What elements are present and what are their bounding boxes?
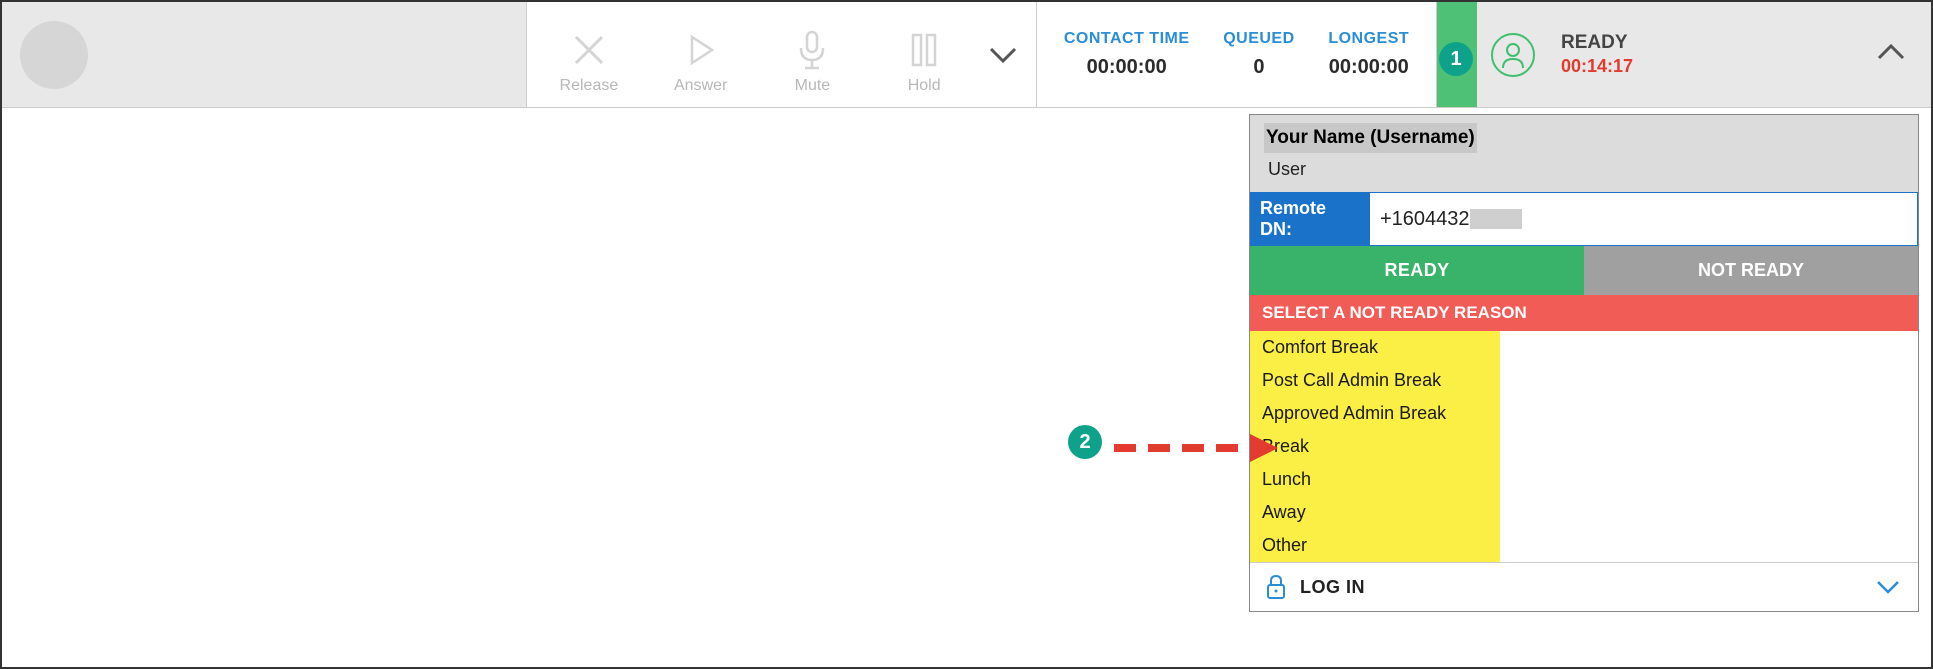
hold-label: Hold — [868, 77, 980, 95]
panel-header: Your Name (Username) User — [1250, 115, 1918, 192]
pause-icon — [868, 29, 980, 71]
reason-item-away[interactable]: Away — [1250, 496, 1500, 529]
stat-longest-label: LONGEST — [1328, 30, 1409, 48]
controls-dropdown-toggle[interactable] — [980, 45, 1026, 65]
stat-queued: QUEUED 0 — [1213, 30, 1304, 79]
release-button[interactable]: Release — [533, 15, 645, 95]
reason-list: Comfort Break Post Call Admin Break Appr… — [1250, 331, 1918, 562]
status-buttons: READY NOT READY — [1250, 246, 1918, 295]
status-area[interactable]: READY 00:14:17 — [1477, 2, 1931, 107]
remote-dn-row: Remote DN: +1604432 — [1250, 192, 1918, 246]
reason-header: SELECT A NOT READY REASON — [1250, 295, 1918, 331]
arrow-head-icon — [1250, 434, 1280, 462]
stat-contact-time-label: CONTACT TIME — [1064, 30, 1190, 48]
call-controls: Release Answer Mute — [527, 2, 1037, 107]
not-ready-button[interactable]: NOT READY — [1584, 246, 1918, 295]
hold-button[interactable]: Hold — [868, 15, 980, 95]
release-label: Release — [533, 77, 645, 95]
lock-icon — [1264, 573, 1288, 601]
mute-button[interactable]: Mute — [757, 15, 869, 95]
remote-dn-label: Remote DN: — [1250, 192, 1370, 246]
avatar — [20, 21, 88, 89]
login-label: LOG IN — [1300, 577, 1365, 598]
reason-item-lunch[interactable]: Lunch — [1250, 463, 1500, 496]
status-text: READY 00:14:17 — [1561, 32, 1633, 77]
panel-username: Your Name (Username) — [1264, 123, 1477, 153]
top-bar: Release Answer Mute — [2, 2, 1931, 108]
stat-contact-time: CONTACT TIME 00:00:00 — [1054, 30, 1200, 79]
status-state: READY — [1561, 32, 1633, 54]
arrow-dash — [1182, 444, 1204, 452]
panel-role: User — [1264, 157, 1904, 184]
callout-badge-2: 2 — [1068, 425, 1102, 459]
remote-dn-redacted — [1470, 209, 1522, 229]
ready-button[interactable]: READY — [1250, 246, 1584, 295]
arrow-dash — [1216, 444, 1238, 452]
arrow-dash — [1148, 444, 1170, 452]
login-expand-toggle[interactable] — [1874, 578, 1902, 596]
remote-dn-input[interactable]: +1604432 — [1370, 192, 1918, 246]
chevron-down-icon — [987, 45, 1019, 65]
answer-label: Answer — [645, 77, 757, 95]
microphone-icon — [757, 29, 869, 71]
stat-contact-time-value: 00:00:00 — [1064, 56, 1190, 79]
reason-item-comfort-break[interactable]: Comfort Break — [1250, 331, 1500, 364]
play-icon — [645, 29, 757, 71]
stat-longest: LONGEST 00:00:00 — [1318, 30, 1419, 79]
mute-label: Mute — [757, 77, 869, 95]
topbar-left — [2, 2, 527, 107]
reason-item-other[interactable]: Other — [1250, 529, 1500, 562]
chevron-up-icon — [1875, 42, 1907, 62]
login-row[interactable]: LOG IN — [1250, 562, 1918, 611]
chevron-down-icon — [1874, 578, 1902, 596]
stat-queued-label: QUEUED — [1223, 30, 1294, 48]
remote-dn-value: +1604432 — [1380, 208, 1470, 231]
callout-badge-1: 1 — [1439, 42, 1473, 76]
reason-item-post-call-admin[interactable]: Post Call Admin Break — [1250, 364, 1500, 397]
answer-button[interactable]: Answer — [645, 15, 757, 95]
reason-item-break[interactable]: Break — [1250, 430, 1500, 463]
close-x-icon — [533, 29, 645, 71]
user-status-avatar-icon — [1491, 33, 1535, 77]
status-collapse-toggle[interactable] — [1875, 42, 1907, 62]
callout-arrow — [1114, 434, 1280, 462]
stat-queued-value: 0 — [1223, 56, 1294, 79]
agent-status-panel: Your Name (Username) User Remote DN: +16… — [1249, 114, 1919, 612]
stats-area: CONTACT TIME 00:00:00 QUEUED 0 LONGEST 0… — [1037, 2, 1437, 107]
arrow-dash — [1114, 444, 1136, 452]
stat-longest-value: 00:00:00 — [1328, 56, 1409, 79]
status-timer: 00:14:17 — [1561, 56, 1633, 77]
reason-item-approved-admin[interactable]: Approved Admin Break — [1250, 397, 1500, 430]
